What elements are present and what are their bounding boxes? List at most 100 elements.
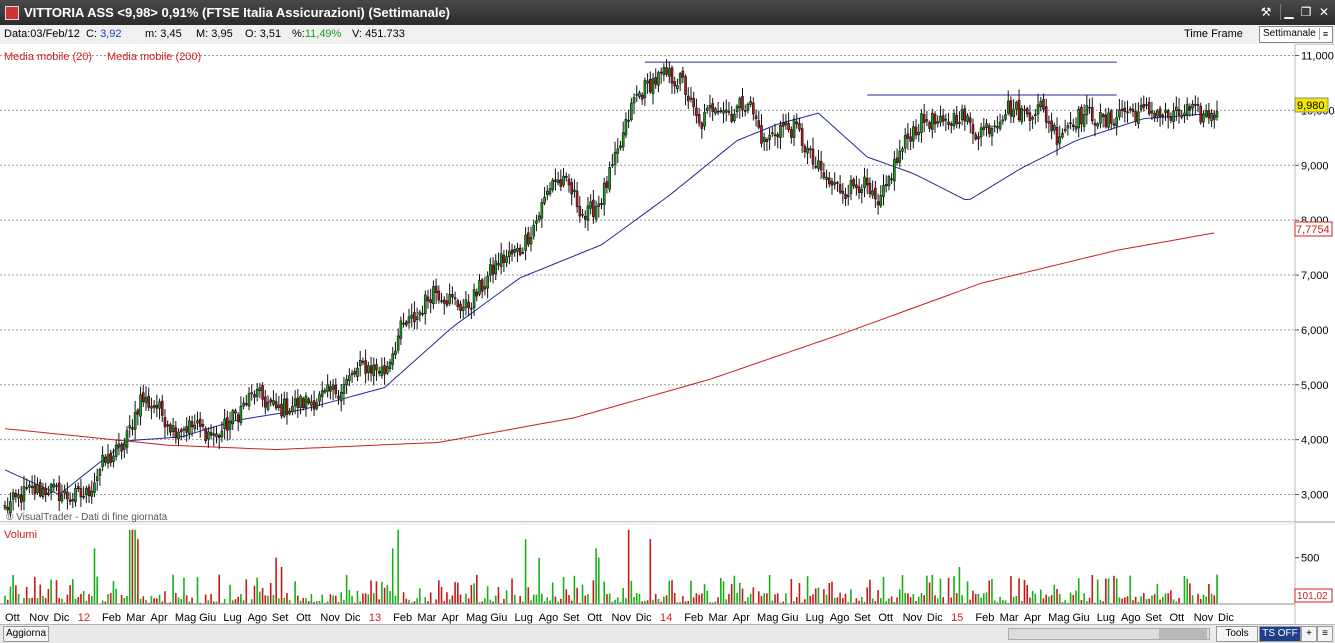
candle-down <box>1055 126 1059 145</box>
candle-up <box>887 176 891 186</box>
max-value: M: 3,95 <box>196 28 233 40</box>
tools-icon[interactable]: ⚒ <box>1258 4 1274 20</box>
volume-bar <box>532 594 535 604</box>
scroll-thumb[interactable] <box>1159 629 1207 639</box>
candle-down <box>1120 108 1124 111</box>
candle-down <box>87 486 91 497</box>
candle-down <box>104 456 107 463</box>
volume-bar <box>302 597 305 604</box>
candle-down <box>971 124 975 134</box>
date-label: Ott <box>587 612 602 624</box>
candle-up <box>884 184 888 187</box>
volume-bar <box>953 576 955 604</box>
candle-down <box>76 486 80 490</box>
candle-down <box>1025 108 1029 115</box>
date-label: Giu <box>490 612 507 624</box>
candle-down <box>451 294 454 298</box>
volume-bar <box>1124 597 1126 604</box>
volume-bar <box>608 593 611 604</box>
candle-up <box>630 102 633 120</box>
candle-down <box>830 180 834 186</box>
candle-down <box>312 400 316 410</box>
candle-down <box>803 145 807 153</box>
date-label: Feb <box>975 612 994 624</box>
volume-bar <box>310 593 313 604</box>
close-button[interactable]: ✕ <box>1316 4 1332 20</box>
candle-up <box>619 145 622 149</box>
volume-bar <box>760 595 763 604</box>
volume-bar <box>817 587 820 604</box>
volume-bar <box>934 595 936 604</box>
candle-up <box>231 410 235 425</box>
candle-up <box>667 68 671 77</box>
candle-up <box>399 320 403 339</box>
volume-bar <box>1129 575 1132 604</box>
volume-bar <box>535 594 538 604</box>
volume-bar <box>1164 593 1167 604</box>
minimize-button[interactable]: ▁ <box>1280 4 1297 20</box>
volume-bar <box>1023 579 1026 604</box>
volume-bar <box>12 574 14 604</box>
tools-button[interactable]: Tools <box>1216 626 1258 642</box>
volume-bar <box>131 529 134 604</box>
volume-bar <box>1091 574 1094 604</box>
candle-up <box>551 179 555 190</box>
volume-bar <box>278 598 280 604</box>
volume-bar <box>1145 599 1148 604</box>
timeframe-select[interactable]: Settimanale ≡ <box>1259 26 1333 43</box>
candle-up <box>608 167 611 190</box>
volume-bar <box>573 575 576 604</box>
candle-up <box>985 123 988 128</box>
candle-down <box>1071 124 1075 128</box>
volume-bar <box>80 593 82 604</box>
candle-down <box>136 409 140 415</box>
candle-up <box>418 311 422 316</box>
candle-down <box>700 122 704 129</box>
candle-up <box>662 67 666 76</box>
candle-up <box>139 394 142 417</box>
volume-bar <box>907 593 909 604</box>
menu-icon[interactable]: ≡ <box>1319 28 1331 40</box>
candle-up <box>1161 114 1165 117</box>
maximize-button[interactable]: ❐ <box>1298 4 1314 20</box>
volume-bar <box>343 599 345 604</box>
candle-up <box>1204 110 1208 117</box>
candle-down <box>1153 112 1156 118</box>
volume-bar <box>917 596 920 604</box>
volume-bar <box>386 585 389 604</box>
candle-up <box>299 396 302 408</box>
candle-down <box>1080 107 1083 125</box>
volume-bar <box>1026 584 1029 604</box>
volume-bar <box>93 548 96 604</box>
scrollbar[interactable] <box>1008 628 1210 640</box>
price-chart[interactable]: 11,00010,0009,0008,0007,0006,0005,0004,0… <box>0 44 1335 624</box>
candle-up <box>1099 112 1102 124</box>
add-button[interactable]: + <box>1301 626 1317 642</box>
date-label: Mar <box>417 612 436 624</box>
volume-bar <box>391 548 394 604</box>
app-icon <box>5 6 19 20</box>
volume-bar <box>1156 584 1159 604</box>
volume-bar <box>448 599 451 604</box>
candle-up <box>49 484 53 494</box>
volume-bar <box>15 585 17 604</box>
volume-bar <box>966 581 969 604</box>
candle-down <box>760 125 763 144</box>
volume-bar <box>465 593 467 604</box>
ts-off-button[interactable]: TS OFF <box>1259 626 1301 642</box>
candle-up <box>624 118 628 136</box>
candle-up <box>11 492 15 500</box>
candle-up <box>1061 132 1064 138</box>
volume-bar <box>901 575 904 604</box>
date-label: Ott <box>878 612 893 624</box>
menu-button[interactable]: ≡ <box>1317 626 1333 642</box>
candle-down <box>44 488 47 495</box>
candle-down <box>681 70 685 78</box>
date-label: Giu <box>199 612 216 624</box>
volume-bar <box>720 577 722 604</box>
date-label: Ott <box>5 612 20 624</box>
refresh-button[interactable]: Aggiorna <box>3 626 49 642</box>
candle-down <box>1212 114 1216 120</box>
volume-bar <box>402 592 405 604</box>
candle-up <box>849 180 853 195</box>
